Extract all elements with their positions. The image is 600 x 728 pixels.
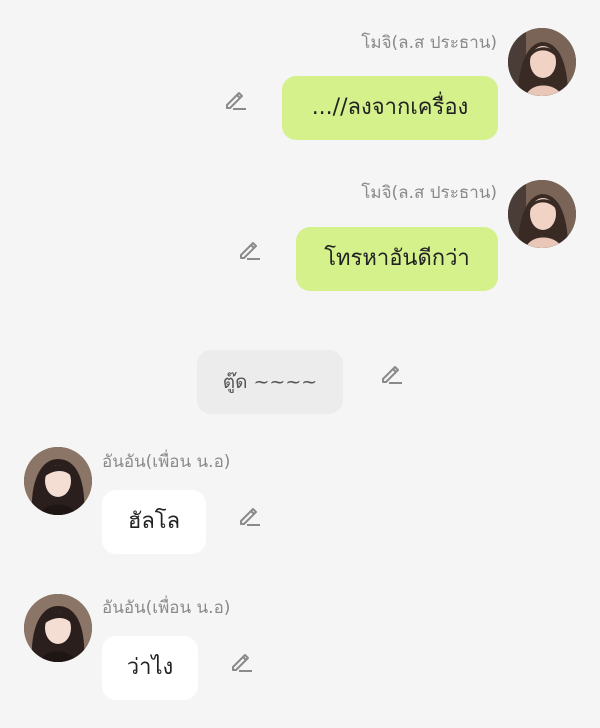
pencil-edit-icon[interactable]: [236, 502, 262, 528]
avatar-mochi-image: [508, 28, 576, 96]
avatar[interactable]: [508, 28, 576, 96]
avatar-anan-image: [24, 594, 92, 662]
avatar[interactable]: [24, 447, 92, 515]
chat-thread: โมจิ(ล.ส ประธาน) ...//ลงจากเครื่อง โมจิ(…: [0, 0, 600, 728]
avatar[interactable]: [24, 594, 92, 662]
sender-name: โมจิ(ล.ส ประธาน): [361, 33, 497, 53]
sender-name: อันอัน(เพื่อน น.อ): [102, 452, 231, 472]
message-bubble[interactable]: ...//ลงจากเครื่อง: [282, 76, 498, 140]
message-bubble[interactable]: ว่าไง: [102, 636, 198, 700]
message-bubble[interactable]: ฮัลโล: [102, 490, 206, 554]
avatar-mochi-image: [508, 180, 576, 248]
pencil-edit-icon[interactable]: [228, 648, 254, 674]
avatar[interactable]: [508, 180, 576, 248]
pencil-edit-icon[interactable]: [378, 360, 404, 386]
pencil-edit-icon[interactable]: [222, 86, 248, 112]
sender-name: อันอัน(เพื่อน น.อ): [102, 598, 231, 618]
avatar-anan-image: [24, 447, 92, 515]
message-bubble[interactable]: โทรหาอันดีกว่า: [296, 227, 498, 291]
call-bubble[interactable]: ตู๊ด ~~~~: [197, 350, 343, 414]
sender-name: โมจิ(ล.ส ประธาน): [361, 183, 497, 203]
pencil-edit-icon[interactable]: [236, 236, 262, 262]
